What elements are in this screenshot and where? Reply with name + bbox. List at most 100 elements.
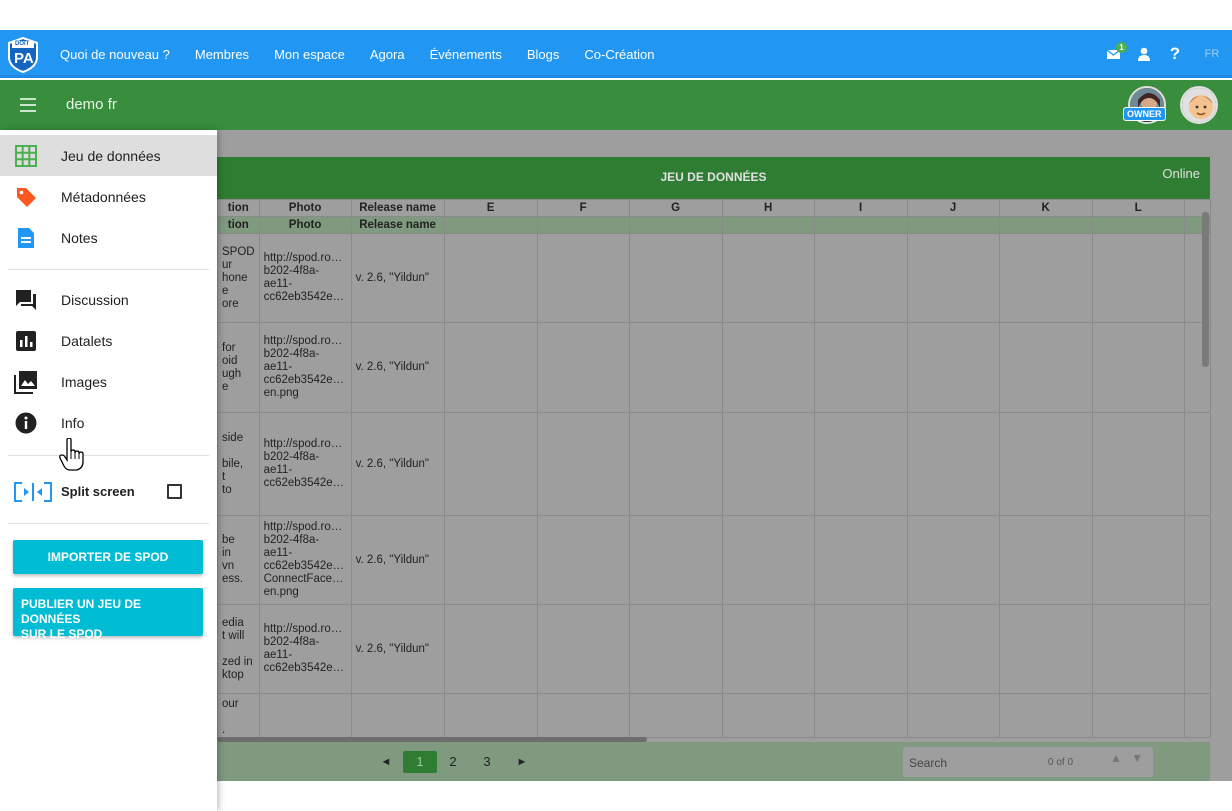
table-cell[interactable]: http://spod.ro… b202-4f8a- ae11- cc62eb3… bbox=[258, 322, 352, 413]
menu-toggle-icon[interactable] bbox=[20, 98, 36, 112]
notifications-button[interactable]: 1 bbox=[1100, 42, 1130, 60]
page-2-button[interactable]: 2 bbox=[445, 751, 461, 773]
drawer-item-label: Métadonnées bbox=[61, 188, 146, 205]
drawer-item-discussion[interactable]: Discussion bbox=[0, 279, 217, 320]
drawer-item-label: Jeu de données bbox=[61, 147, 161, 164]
search-navigation: ▲ ▼ bbox=[1110, 751, 1143, 765]
drawer-item-dataset[interactable]: Jeu de données bbox=[0, 135, 217, 176]
table-row[interactable]: SPOD ur hone e ore http://spod.ro… b202-… bbox=[217, 233, 1211, 323]
logo-top-text: DOIT bbox=[15, 41, 30, 47]
table-row[interactable]: side bile, t to http://spod.ro… b202-4f8… bbox=[217, 412, 1211, 516]
help-icon: ? bbox=[1169, 44, 1181, 63]
drawer-item-notes[interactable]: Notes bbox=[0, 217, 217, 258]
site-logo[interactable]: DOIT PA bbox=[6, 36, 40, 74]
publish-button-line1: PUBLIER UN JEU DE DONNÉES bbox=[21, 597, 142, 626]
drawer-item-label: Images bbox=[61, 373, 107, 390]
drawer-divider bbox=[8, 455, 209, 456]
owner-badge: OWNER bbox=[1123, 107, 1166, 121]
search-placeholder: Search bbox=[909, 756, 948, 770]
table-cell[interactable]: v. 2.6, "Yildun" bbox=[350, 515, 445, 605]
pagination-bar: ◄ 1 2 3 ► Search 0 of 0 ▲ ▼ bbox=[217, 742, 1210, 781]
nav-link-events[interactable]: Événements bbox=[430, 47, 502, 62]
drawer-item-datalets[interactable]: Datalets bbox=[0, 320, 217, 361]
table-cell[interactable]: v. 2.6, "Yildun" bbox=[350, 322, 445, 413]
column-header[interactable]: Photo bbox=[258, 199, 352, 217]
column-header[interactable]: J bbox=[906, 199, 1000, 217]
app-root: DOIT PA Quoi de nouveau ? Membres Mon es… bbox=[0, 0, 1232, 811]
table-cell[interactable]: SPOD ur hone e ore bbox=[217, 233, 260, 323]
table-cell[interactable] bbox=[258, 693, 352, 738]
import-from-spod-button[interactable]: IMPORTER DE SPOD bbox=[13, 540, 203, 574]
table-row[interactable]: our . bbox=[217, 693, 1211, 738]
drawer-item-images[interactable]: Images bbox=[0, 361, 217, 402]
split-screen-toggle[interactable]: Split screen bbox=[0, 471, 217, 512]
table-cell[interactable]: http://spod.ro… b202-4f8a- ae11- cc62eb3… bbox=[258, 515, 352, 605]
publish-dataset-button[interactable]: PUBLIER UN JEU DE DONNÉES SUR LE SPOD bbox=[13, 588, 203, 641]
nav-link-my-space[interactable]: Mon espace bbox=[274, 47, 345, 62]
hand-pointer-cursor-icon bbox=[59, 437, 85, 472]
field-name: tion bbox=[217, 216, 260, 234]
table-cell[interactable]: http://spod.ro… b202-4f8a- ae11- cc62eb3… bbox=[258, 412, 352, 516]
dataset-table: tion Photo Release name E F G H I J K L … bbox=[217, 199, 1211, 738]
drawer-item-label: Notes bbox=[61, 229, 98, 246]
notification-count-badge: 1 bbox=[1116, 42, 1127, 53]
profile-button[interactable] bbox=[1130, 47, 1158, 61]
split-screen-checkbox[interactable] bbox=[167, 484, 182, 499]
prev-page-button[interactable]: ◄ bbox=[377, 751, 395, 773]
table-vertical-scrollbar[interactable] bbox=[1202, 212, 1209, 367]
search-prev-arrow-icon[interactable]: ▲ bbox=[1110, 751, 1122, 765]
table-cell[interactable]: edia t will zed in ktop bbox=[217, 604, 260, 694]
column-header[interactable]: L bbox=[1091, 199, 1185, 217]
grid-icon bbox=[14, 144, 38, 168]
column-header[interactable]: F bbox=[536, 199, 630, 217]
search-next-arrow-icon[interactable]: ▼ bbox=[1131, 751, 1143, 765]
page-3-button[interactable]: 3 bbox=[479, 751, 495, 773]
field-name: Release name bbox=[350, 216, 445, 234]
main-nav-links: Quoi de nouveau ? Membres Mon espace Ago… bbox=[60, 30, 679, 78]
table-row[interactable]: for oid ugh e http://spod.ro… b202-4f8a-… bbox=[217, 322, 1211, 413]
table-cell[interactable]: v. 2.6, "Yildun" bbox=[350, 604, 445, 694]
help-button[interactable]: ? bbox=[1158, 44, 1192, 64]
user-avatar[interactable] bbox=[1180, 86, 1218, 124]
table-cell[interactable]: for oid ugh e bbox=[217, 322, 260, 413]
document-icon bbox=[14, 226, 38, 250]
side-drawer: Jeu de données Métadonnées Notes Discuss… bbox=[0, 130, 217, 811]
next-page-button[interactable]: ► bbox=[513, 751, 531, 773]
table-cell[interactable]: http://spod.ro… b202-4f8a- ae11- cc62eb3… bbox=[258, 604, 352, 694]
drawer-item-info[interactable]: Info bbox=[0, 402, 217, 443]
room-title: demo fr bbox=[66, 96, 117, 113]
language-selector[interactable]: FR bbox=[1192, 48, 1232, 60]
top-navigation-bar: DOIT PA Quoi de nouveau ? Membres Mon es… bbox=[0, 30, 1232, 78]
table-cell[interactable]: v. 2.6, "Yildun" bbox=[350, 233, 445, 323]
column-header[interactable]: Release name bbox=[350, 199, 445, 217]
table-cell[interactable]: be in vn ess. bbox=[217, 515, 260, 605]
column-header[interactable]: E bbox=[443, 199, 538, 217]
bar-chart-icon bbox=[14, 329, 38, 353]
column-header[interactable]: K bbox=[998, 199, 1093, 217]
field-name: Photo bbox=[258, 216, 352, 234]
table-cell[interactable]: our . bbox=[217, 693, 260, 738]
drawer-item-label: Discussion bbox=[61, 291, 129, 308]
page-1-button[interactable]: 1 bbox=[403, 751, 437, 773]
table-row[interactable]: be in vn ess. http://spod.ro… b202-4f8a-… bbox=[217, 515, 1211, 605]
column-header[interactable]: G bbox=[628, 199, 723, 217]
table-cell[interactable] bbox=[350, 693, 445, 738]
nav-link-news[interactable]: Quoi de nouveau ? bbox=[60, 47, 170, 62]
column-header[interactable]: H bbox=[721, 199, 815, 217]
nav-link-agora[interactable]: Agora bbox=[370, 47, 405, 62]
table-cell[interactable]: side bile, t to bbox=[217, 412, 260, 516]
table-cell[interactable]: v. 2.6, "Yildun" bbox=[350, 412, 445, 516]
column-header[interactable]: I bbox=[813, 199, 908, 217]
info-icon bbox=[14, 411, 38, 435]
person-icon bbox=[1138, 47, 1150, 61]
column-header[interactable]: tion bbox=[217, 199, 260, 217]
nav-link-co-creation[interactable]: Co-Création bbox=[584, 47, 654, 62]
drawer-divider bbox=[8, 523, 209, 524]
table-cell[interactable]: http://spod.ro… b202-4f8a- ae11- cc62eb3… bbox=[258, 233, 352, 323]
table-row[interactable]: edia t will zed in ktop http://spod.ro… … bbox=[217, 604, 1211, 694]
split-screen-label: Split screen bbox=[61, 484, 135, 499]
drawer-item-metadata[interactable]: Métadonnées bbox=[0, 176, 217, 217]
nav-link-blogs[interactable]: Blogs bbox=[527, 47, 560, 62]
nav-link-members[interactable]: Membres bbox=[195, 47, 249, 62]
image-gallery-icon bbox=[14, 370, 38, 394]
